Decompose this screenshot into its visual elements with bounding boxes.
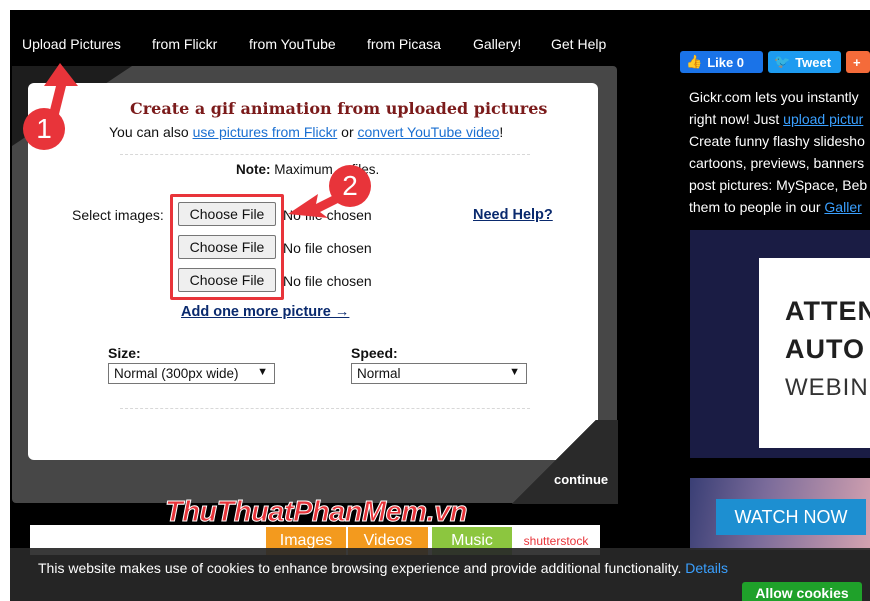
plus-icon: + [853,54,861,70]
dropdown-arrow-icon: ▼ [257,366,268,378]
cookie-text: This website makes use of cookies to enh… [38,560,682,576]
cookie-message: This website makes use of cookies to enh… [38,560,728,576]
nav-gallery[interactable]: Gallery! [473,36,521,52]
file-status-2: No file chosen [283,240,372,256]
speed-select[interactable]: Normal ▼ [351,363,527,384]
speed-select-value: Normal [357,366,401,381]
cookie-details-link[interactable]: Details [685,560,728,576]
divider [120,408,530,409]
allow-cookies-button[interactable]: Allow cookies [742,582,862,601]
nav-from-picasa[interactable]: from Picasa [367,36,441,52]
size-select[interactable]: Normal (300px wide) ▼ [108,363,275,384]
need-help-link[interactable]: Need Help? [473,207,553,223]
facebook-like-button[interactable]: 👍 Like 0 [680,51,763,73]
ad-headline-1: ATTEN [785,296,870,326]
size-select-value: Normal (300px wide) [114,366,239,381]
desc-text: right now! Just [689,111,784,127]
add-more-picture-link[interactable]: Add one more picture → [181,304,349,320]
subtitle-suffix: ! [499,124,504,140]
form-subtitle: You can also use pictures from Flickr or… [109,124,503,140]
upload-pictures-link[interactable]: upload pictur [783,111,863,127]
desc-line: them to people in our Galler [689,196,870,218]
desc-line: Gickr.com lets you instantly [689,89,859,105]
desc-line: right now! Just upload pictur [689,108,870,130]
watermark-logo: ThuThuatPhanMem.vn [165,496,468,529]
file-status-3: No file chosen [283,273,372,289]
ad-headline-2: AUTO [785,334,866,364]
note-label: Note: [236,162,271,177]
step-badge-2: 2 [329,165,371,207]
twitter-bird-icon: 🐦 [774,54,791,69]
desc-line: post pictures: MySpace, Beb [689,177,868,193]
youtube-link[interactable]: convert YouTube video [358,124,500,140]
size-label: Size: [108,345,141,361]
subtitle-or: or [337,124,358,140]
watch-now-button[interactable]: WATCH NOW [716,499,866,535]
continue-corner[interactable] [490,420,618,504]
tweet-button[interactable]: 🐦 Tweet [768,51,841,73]
select-images-label: Select images: [72,207,164,223]
ad-headline-3: WEBIN [785,374,869,401]
desc-line: cartoons, previews, banners [689,155,865,171]
gallery-link[interactable]: Galler [824,199,861,215]
site-description: Gickr.com lets you instantly right now! … [689,86,870,218]
continue-button[interactable]: continue [554,472,608,487]
dropdown-arrow-icon: ▼ [509,366,520,378]
tweet-label: Tweet [795,54,832,70]
subtitle-prefix: You can also [109,124,193,140]
highlight-box [170,194,284,300]
speed-label: Speed: [351,345,398,361]
thumbs-up-icon: 👍 [686,54,703,69]
step-badge-1: 1 [23,108,65,150]
nav-from-flickr[interactable]: from Flickr [152,36,217,52]
desc-text: them to people in our [689,199,825,215]
nav-get-help[interactable]: Get Help [551,36,606,52]
nav-from-youtube[interactable]: from YouTube [249,36,336,52]
flickr-link[interactable]: use pictures from Flickr [193,124,338,140]
more-share-button[interactable]: + [846,51,870,73]
nav-upload-pictures[interactable]: Upload Pictures [22,36,121,52]
desc-line: Create funny flashy slidesho [689,133,865,149]
form-title: Create a gif animation from uploaded pic… [130,99,548,118]
like-label: Like 0 [707,54,745,70]
divider [120,154,530,155]
